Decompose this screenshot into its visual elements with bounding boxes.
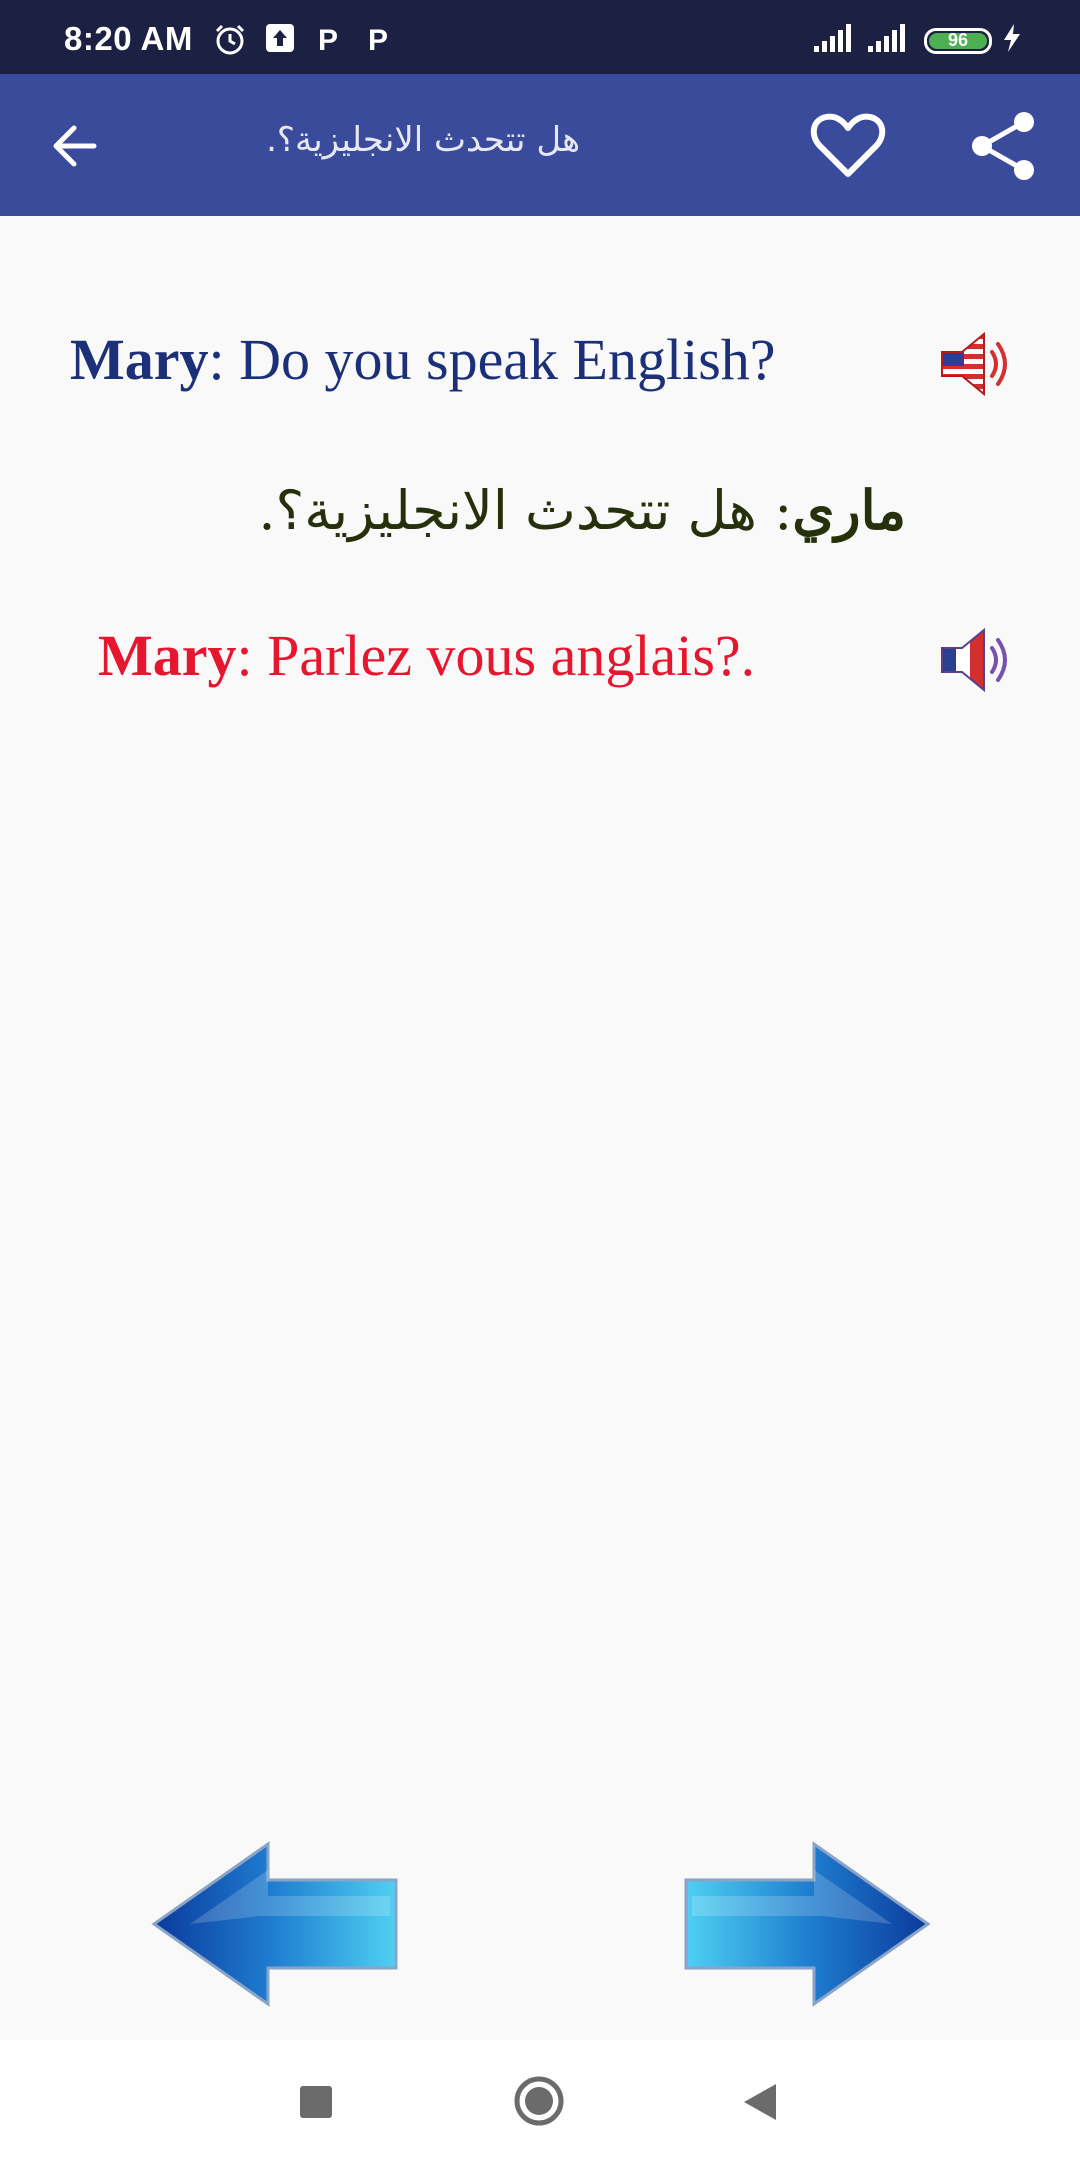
battery-icon: 96 xyxy=(924,28,992,54)
previous-arrow-icon[interactable] xyxy=(150,1840,400,2008)
alarm-icon xyxy=(215,24,245,55)
speaker-us-flag-icon[interactable] xyxy=(940,330,1016,398)
recents-square-icon[interactable] xyxy=(298,2084,334,2120)
speaker-fr-flag-icon[interactable] xyxy=(940,626,1016,694)
back-arrow-icon[interactable] xyxy=(48,118,108,174)
back-triangle-icon[interactable] xyxy=(740,2080,780,2124)
status-bar: 8:20 AM P P 96 xyxy=(0,0,1080,74)
app-title: هل تتحدث الانجليزية؟. xyxy=(266,120,580,160)
system-nav-bar xyxy=(0,2040,1080,2160)
french-phrase: Mary: Parlez vous anglais?. xyxy=(98,622,755,689)
arabic-speaker: ماري xyxy=(792,478,906,542)
upload-icon xyxy=(266,24,294,52)
signal-icon xyxy=(868,24,905,52)
english-text: : Do you speak English? xyxy=(208,327,776,392)
share-icon[interactable] xyxy=(968,110,1040,182)
arabic-text: : هل تتحدث الانجليزية؟. xyxy=(258,479,793,542)
english-phrase: Mary: Do you speak English? xyxy=(70,326,776,393)
charging-icon xyxy=(1004,24,1020,52)
signal-icon xyxy=(814,24,851,52)
next-arrow-icon[interactable] xyxy=(682,1840,932,2008)
p-icon: P xyxy=(368,24,388,54)
english-speaker: Mary xyxy=(70,327,209,392)
french-speaker: Mary xyxy=(98,623,237,688)
status-time: 8:20 AM xyxy=(64,20,193,57)
home-circle-icon[interactable] xyxy=(512,2074,566,2128)
french-text: : Parlez vous anglais?. xyxy=(236,623,756,688)
battery-level: 96 xyxy=(947,30,969,50)
app-bar: هل تتحدث الانجليزية؟. xyxy=(0,74,1080,216)
svg-text:P: P xyxy=(368,24,388,54)
heart-icon[interactable] xyxy=(810,112,886,180)
p-icon: P xyxy=(318,24,338,54)
arabic-phrase: ماري: هل تتحدث الانجليزية؟. xyxy=(160,478,906,542)
svg-text:P: P xyxy=(318,24,338,54)
